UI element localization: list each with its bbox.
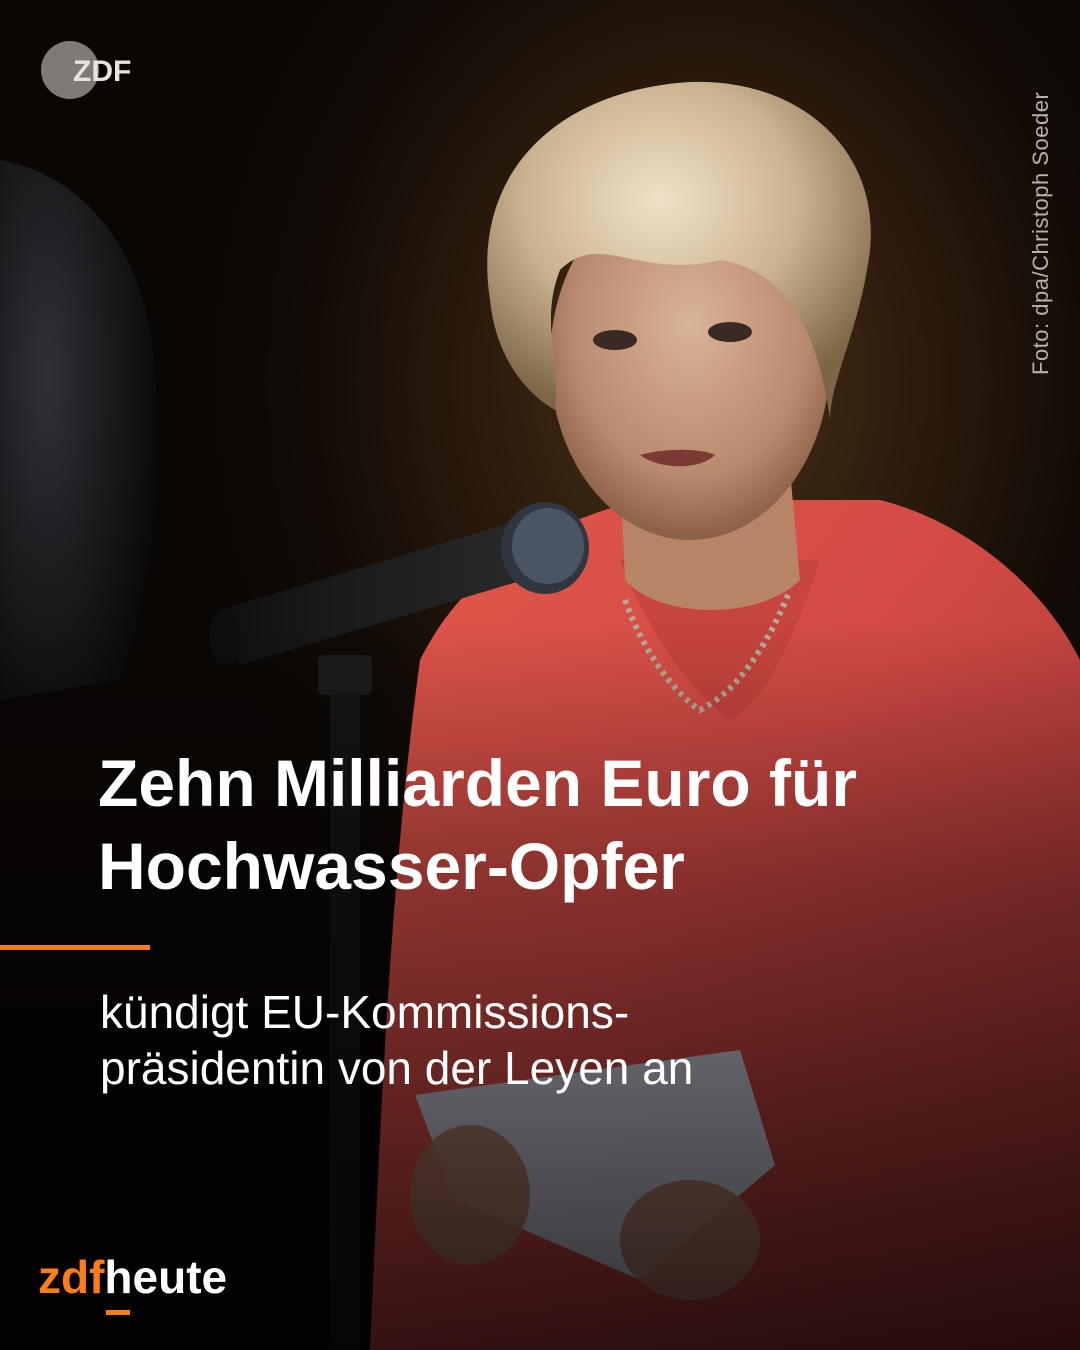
photo-credit: Foto: dpa/Christoph Soeder bbox=[1028, 91, 1053, 375]
social-post-card: ZDF Foto: dpa/Christoph Soeder Zehn Mill… bbox=[0, 0, 1080, 1350]
brand-underline bbox=[106, 1310, 131, 1315]
brand-heute: heute bbox=[104, 1251, 228, 1315]
svg-text:ZDF: ZDF bbox=[73, 55, 131, 88]
brand-heute-text: heute bbox=[104, 1251, 228, 1303]
subline-line-2: präsidentin von der Leyen an bbox=[100, 1042, 694, 1094]
zdf-logo-icon: ZDF bbox=[41, 41, 131, 99]
headline-line-1: Zehn Milliarden Euro für bbox=[98, 746, 858, 820]
zdfheute-brand-logo: zdfheute bbox=[38, 1250, 228, 1315]
headline: Zehn Milliarden Euro für Hochwasser-Opfe… bbox=[98, 742, 1038, 908]
headline-line-2: Hochwasser-Opfer bbox=[98, 829, 685, 903]
accent-divider bbox=[0, 945, 150, 950]
subline: kündigt EU-Kommissions- präsidentin von … bbox=[100, 984, 1040, 1096]
subline-line-1: kündigt EU-Kommissions- bbox=[100, 986, 630, 1038]
brand-zdf: zdf bbox=[38, 1251, 105, 1303]
